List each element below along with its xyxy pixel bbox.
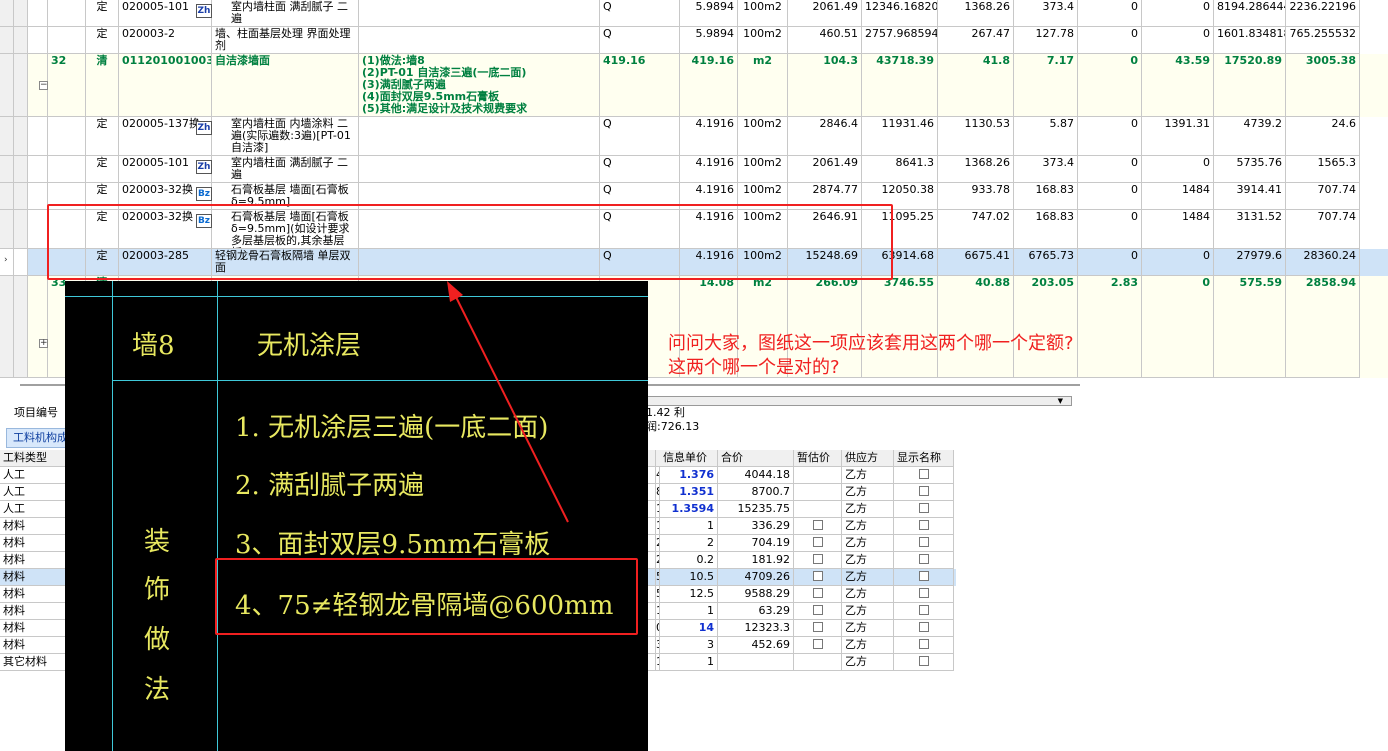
question-annotation: 问问大家，图纸这一项应该套用这两个哪一个定额? 这两个哪一个是对的?	[668, 332, 1188, 380]
question-line-2: 这两个哪一个是对的?	[668, 357, 840, 378]
question-line-1: 问问大家，图纸这一项应该套用这两个哪一个定额?	[668, 333, 1074, 354]
annotation-arrow-line	[451, 288, 569, 523]
annotation-arrow-head-icon	[447, 281, 463, 302]
